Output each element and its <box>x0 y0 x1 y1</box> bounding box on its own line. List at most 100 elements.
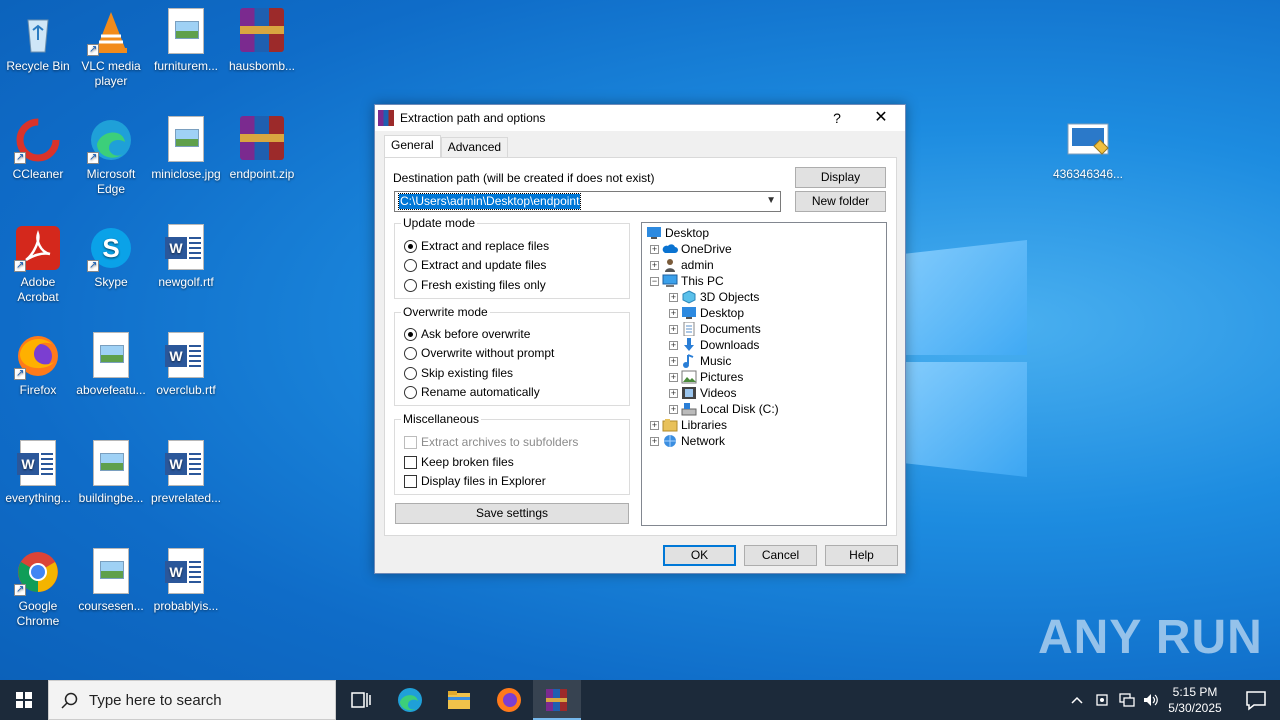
tree-node-desktop[interactable]: Desktop <box>646 225 709 241</box>
radio-overwrite-without-prompt[interactable]: Overwrite without prompt <box>404 346 554 360</box>
expand-icon[interactable]: + <box>669 404 678 414</box>
radio-skip-existing[interactable]: Skip existing files <box>404 366 513 380</box>
new-folder-button[interactable]: New folder <box>795 191 886 212</box>
desktop-icon-chrome[interactable]: Google Chrome <box>0 548 76 629</box>
tree-node-network[interactable]: + Network <box>650 433 725 449</box>
cube-icon <box>682 290 696 304</box>
dialog-titlebar[interactable]: Extraction path and options ? ✕ <box>375 105 905 131</box>
taskbar-firefox[interactable] <box>485 680 533 720</box>
expand-icon[interactable]: + <box>669 292 678 302</box>
desktop-icon-firefox[interactable]: Firefox <box>0 332 76 398</box>
checkbox-extract-subfolders: Extract archives to subfolders <box>404 435 578 449</box>
desktop-icon-vlc[interactable]: VLC media player <box>73 8 149 89</box>
taskbar-clock[interactable]: 5:15 PM 5/30/2025 <box>1160 684 1230 716</box>
taskbar-file-explorer[interactable] <box>435 680 483 720</box>
desktop-icon-coursesen[interactable]: coursesen... <box>73 548 149 614</box>
word-doc-icon: W <box>14 440 62 488</box>
desktop-icon-acrobat[interactable]: Adobe Acrobat <box>0 224 76 305</box>
radio-rename-automatically[interactable]: Rename automatically <box>404 385 540 399</box>
winrar-icon <box>546 689 567 711</box>
folder-tree[interactable]: Desktop + OneDrive + admin − This PC + 3… <box>641 222 887 526</box>
taskbar-search-box[interactable]: Type here to search <box>48 680 336 720</box>
expand-icon[interactable]: + <box>669 356 678 366</box>
checkbox-keep-broken[interactable]: Keep broken files <box>404 455 514 469</box>
desktop-icon-edge[interactable]: Microsoft Edge <box>73 116 149 197</box>
security-icon[interactable] <box>1094 692 1110 708</box>
expand-icon[interactable]: + <box>669 388 678 398</box>
expand-icon[interactable]: + <box>650 260 659 270</box>
desktop-icon-buildingbe[interactable]: buildingbe... <box>73 440 149 506</box>
start-button[interactable] <box>0 680 48 720</box>
radio-extract-replace[interactable]: Extract and replace files <box>404 239 549 253</box>
tree-node-pictures[interactable]: + Pictures <box>669 369 743 385</box>
tree-node-downloads[interactable]: + Downloads <box>669 337 759 353</box>
desktop-icon-everything[interactable]: W everything... <box>0 440 76 506</box>
expand-icon[interactable]: + <box>669 372 678 382</box>
radio-ask-before[interactable]: Ask before overwrite <box>404 327 530 341</box>
tree-node-this-pc[interactable]: − This PC <box>650 273 724 289</box>
desktop-icon-ccleaner[interactable]: CCleaner <box>0 116 76 182</box>
firefox-icon <box>497 688 521 712</box>
tree-node-libraries[interactable]: + Libraries <box>650 417 727 433</box>
expand-icon[interactable]: + <box>669 324 678 334</box>
installer-icon <box>1064 116 1112 164</box>
desktop-icon-label: buildingbe... <box>78 491 144 505</box>
tree-label: Desktop <box>665 226 710 240</box>
desktop-icon-label: furniturem... <box>153 59 219 73</box>
expand-icon[interactable]: + <box>650 244 659 254</box>
destination-path-combo[interactable]: C:\Users\admin\Desktop\endpoint ▼ <box>394 191 781 212</box>
expand-icon[interactable]: + <box>669 308 678 318</box>
expand-icon[interactable]: + <box>650 420 659 430</box>
help-button[interactable]: Help <box>825 545 898 566</box>
desktop-icon-abovefeatu[interactable]: abovefeatu... <box>73 332 149 398</box>
tree-node-music[interactable]: + Music <box>669 353 731 369</box>
firefox-icon <box>14 332 62 381</box>
tree-node-3d-objects[interactable]: + 3D Objects <box>669 289 759 305</box>
desktop-icon-prevrelated[interactable]: W prevrelated... <box>148 440 224 506</box>
tree-node-documents[interactable]: + Documents <box>669 321 761 337</box>
tab-general[interactable]: General <box>384 135 441 157</box>
tree-node-local-disk[interactable]: + Local Disk (C:) <box>669 401 779 417</box>
tree-node-videos[interactable]: + Videos <box>669 385 736 401</box>
chevron-down-icon[interactable]: ▼ <box>766 195 776 206</box>
taskbar-winrar[interactable] <box>533 680 581 720</box>
expand-icon[interactable]: + <box>669 340 678 350</box>
desktop-icon-recycle-bin[interactable]: Recycle Bin <box>0 8 76 74</box>
tree-node-pc-desktop[interactable]: + Desktop <box>669 305 744 321</box>
desktop-icon-installer[interactable]: 436346346... <box>1048 116 1128 182</box>
desktop-icon-hausbomb[interactable]: hausbomb... <box>224 8 300 74</box>
notifications-button[interactable] <box>1232 680 1280 720</box>
desktop-icon-endpoint-zip[interactable]: endpoint.zip <box>224 116 300 182</box>
winrar-archive-icon <box>238 8 286 56</box>
desktop-icon-overclub[interactable]: W overclub.rtf <box>148 332 224 398</box>
chevron-up-icon[interactable] <box>1070 693 1084 707</box>
expand-icon[interactable]: + <box>650 436 659 446</box>
desktop-icon-miniclose[interactable]: miniclose.jpg <box>148 116 224 182</box>
volume-icon[interactable] <box>1142 692 1160 708</box>
taskbar-edge[interactable] <box>386 680 434 720</box>
help-title-button[interactable]: ? <box>817 105 857 131</box>
display-button[interactable]: Display <box>795 167 886 188</box>
ok-button[interactable]: OK <box>663 545 736 566</box>
desktop-icon-label: Recycle Bin <box>6 59 70 73</box>
task-view-button[interactable] <box>336 680 384 720</box>
desktop-icon-skype[interactable]: S Skype <box>73 224 149 290</box>
tree-node-admin[interactable]: + admin <box>650 257 714 273</box>
checkbox-display-explorer[interactable]: Display files in Explorer <box>404 474 546 488</box>
radio-fresh-existing[interactable]: Fresh existing files only <box>404 278 546 292</box>
desktop-icon-probablyis[interactable]: W probablyis... <box>148 548 224 614</box>
collapse-icon[interactable]: − <box>650 276 659 286</box>
save-settings-button[interactable]: Save settings <box>395 503 629 524</box>
desktop-icon-furniturem[interactable]: furniturem... <box>148 8 224 74</box>
desktop-icon-label: overclub.rtf <box>156 383 216 397</box>
tree-node-onedrive[interactable]: + OneDrive <box>650 241 732 257</box>
option-label: Skip existing files <box>421 366 514 380</box>
desktop-icon-label: Firefox <box>19 383 57 397</box>
computer-icon <box>662 274 678 287</box>
tab-advanced[interactable]: Advanced <box>440 137 509 157</box>
radio-extract-update[interactable]: Extract and update files <box>404 258 546 272</box>
cancel-button[interactable]: Cancel <box>744 545 817 566</box>
network-tray-icon[interactable] <box>1118 692 1136 708</box>
close-button[interactable]: ✕ <box>861 105 901 131</box>
desktop-icon-newgolf[interactable]: W newgolf.rtf <box>148 224 224 290</box>
